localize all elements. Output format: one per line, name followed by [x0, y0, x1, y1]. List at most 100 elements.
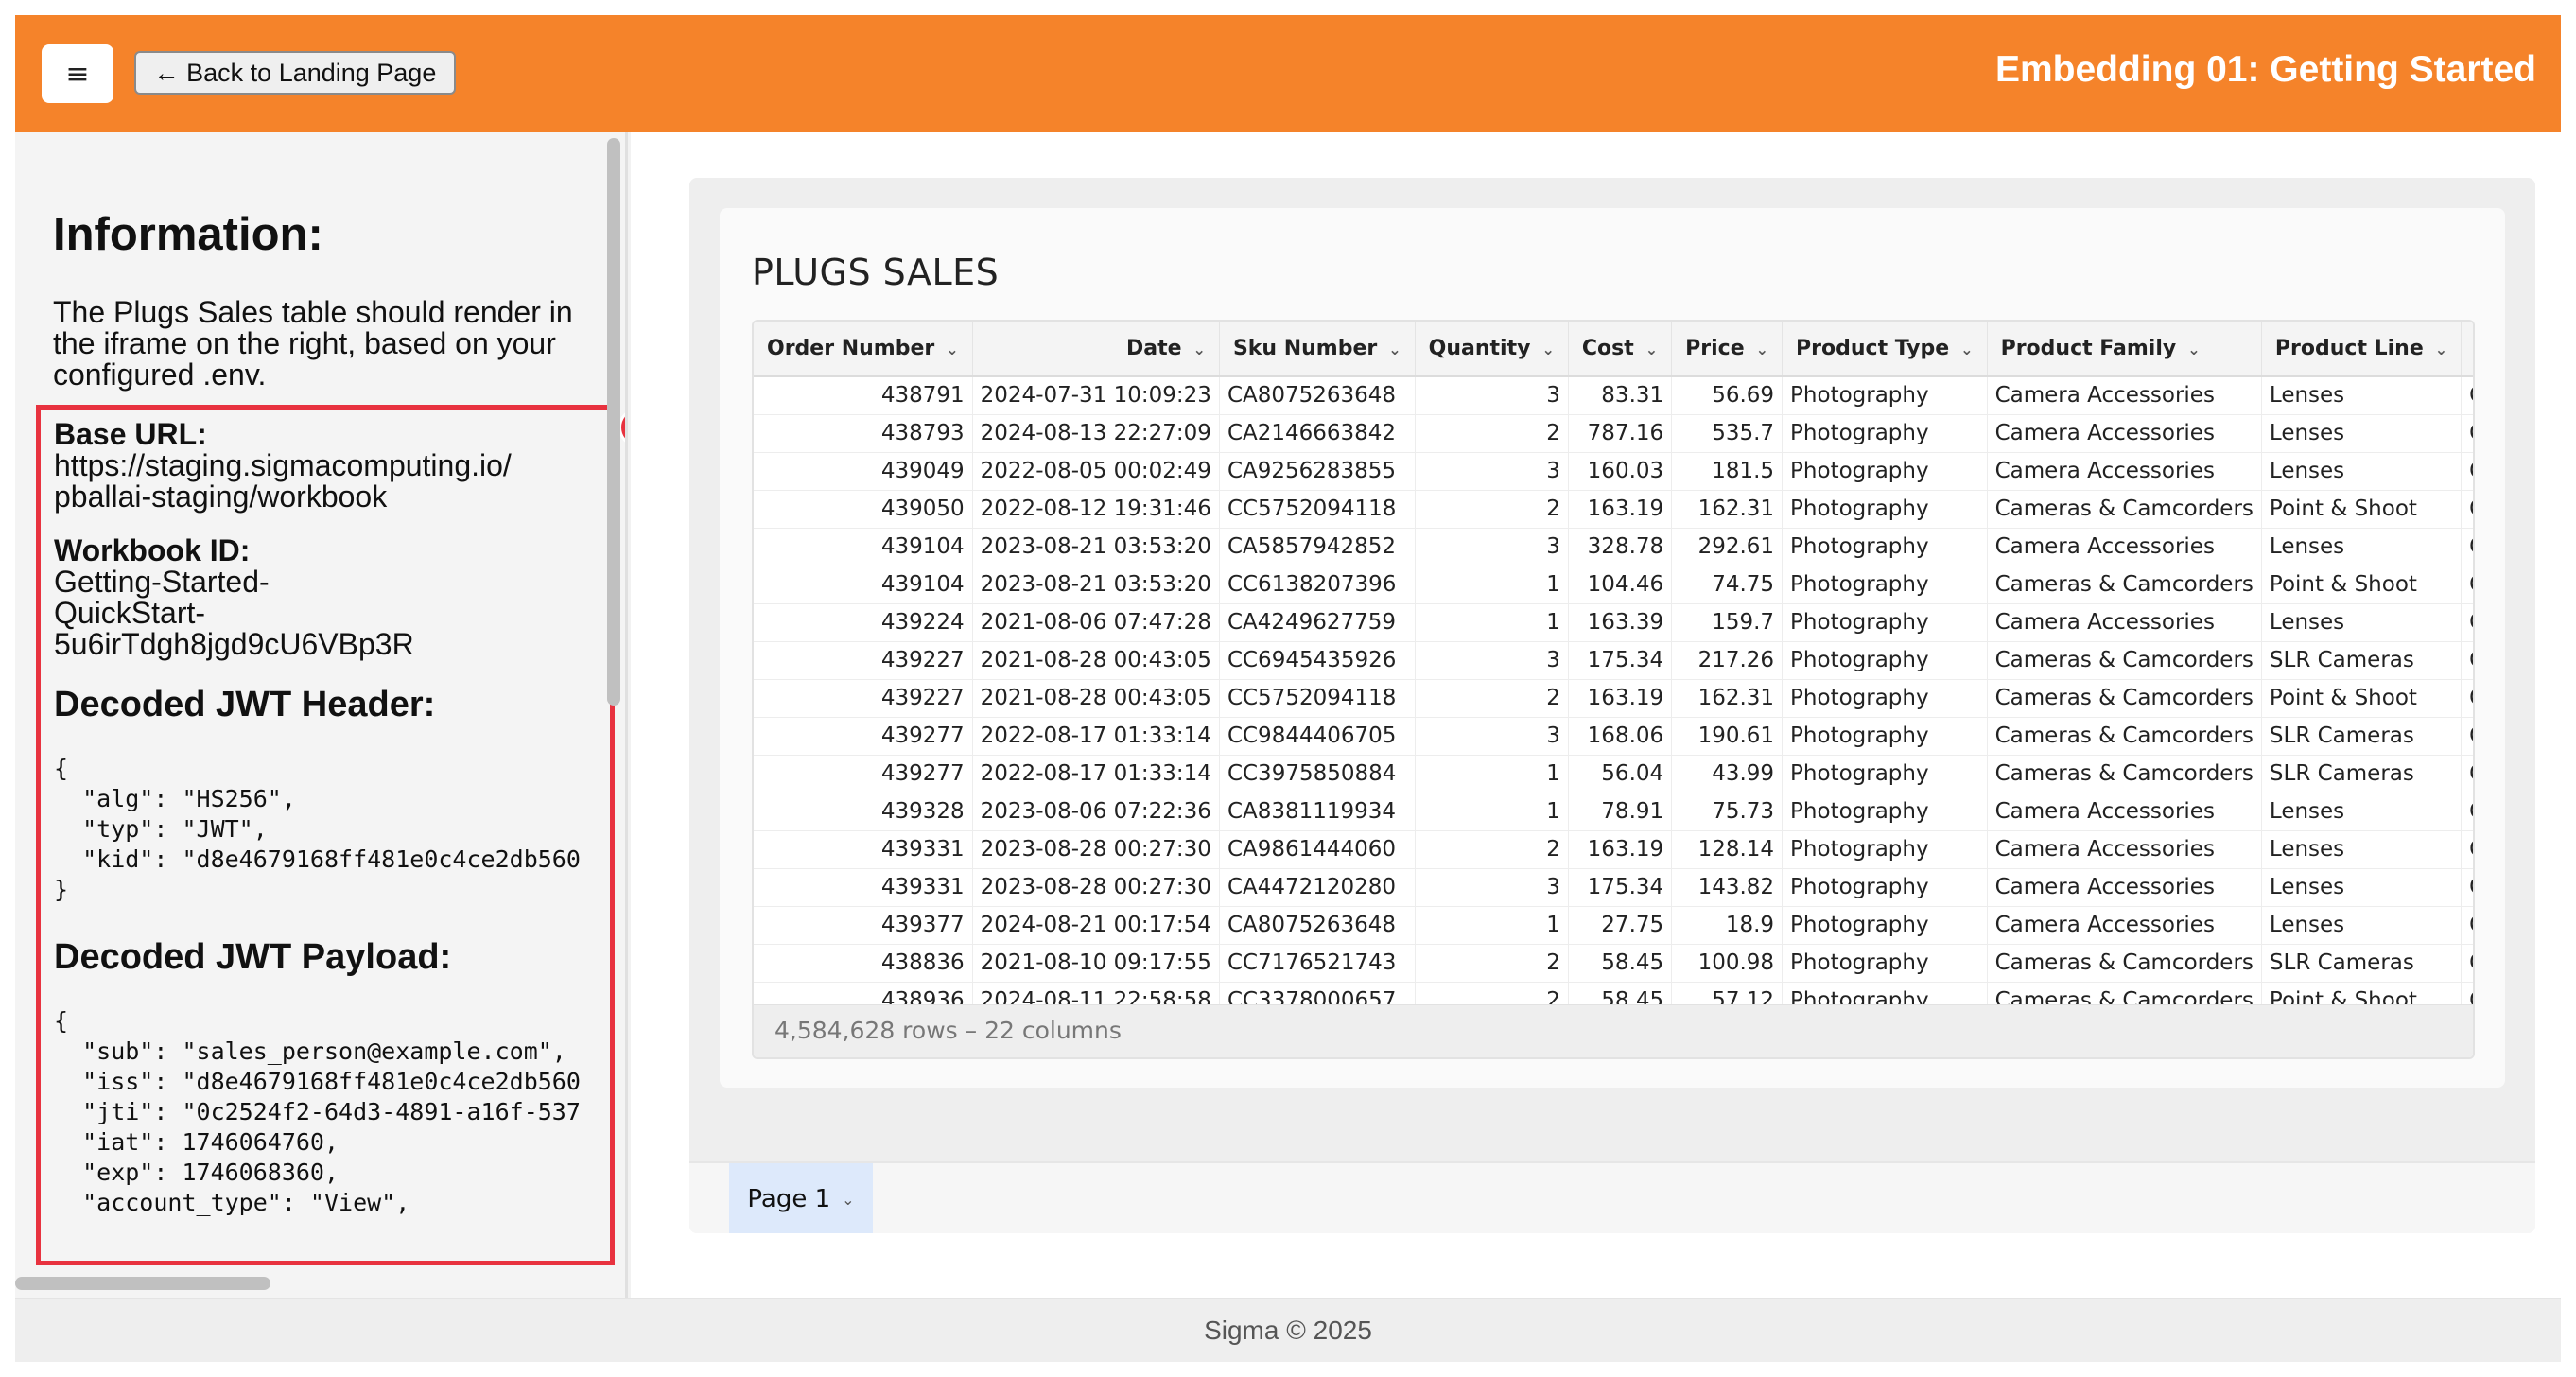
table-cell: 43.99: [1671, 755, 1784, 793]
table-cell: Lenses: [2261, 830, 2463, 869]
table-cell: SLR Cameras: [2261, 755, 2463, 793]
table-cell: 2: [1415, 414, 1569, 453]
table-row[interactable]: 439227 2021-08-28 00:43:05 CC5752094118 2 16…: [754, 679, 2473, 718]
column-header[interactable]: Order Number ⌄: [754, 322, 973, 377]
info-title: Information:: [53, 209, 323, 260]
table-cell: 100.98: [1671, 944, 1784, 983]
table-cell: 1: [1415, 603, 1569, 642]
table-cell: 438836: [754, 944, 973, 983]
table-cell: Cameras & Camcorders: [1987, 641, 2262, 680]
table-cell: Photography: [1782, 868, 1988, 907]
column-header[interactable]: Product Line ⌄: [2261, 322, 2463, 377]
chevron-down-icon[interactable]: ⌄: [1388, 340, 1401, 358]
column-header[interactable]: Date ⌄: [972, 322, 1220, 377]
chevron-down-icon[interactable]: ⌄: [1541, 340, 1554, 358]
table-cell: Photography: [1782, 906, 1988, 945]
chevron-down-icon[interactable]: ⌄: [1756, 340, 1768, 358]
table-cell: Canon: [2461, 490, 2473, 529]
table-cell: CA5857942852: [1219, 528, 1416, 566]
chevron-down-icon[interactable]: ⌄: [1645, 340, 1658, 358]
table-cell: Canon: [2461, 944, 2473, 983]
table-row[interactable]: 439277 2022-08-17 01:33:14 CC3975850884 1 56…: [754, 755, 2473, 793]
table-cell: 439104: [754, 566, 973, 604]
top-header: ≡ ← Back to Landing Page Embedding 01: G…: [15, 15, 2561, 132]
table-row[interactable]: 439104 2023-08-21 03:53:20 CA5857942852 3 32…: [754, 528, 2473, 566]
table-body: 438791 2024-07-31 10:09:23 CA8075263648 3 83…: [754, 376, 2473, 1020]
table-cell: 163.19: [1568, 490, 1673, 529]
table-cell: Lenses: [2261, 793, 2463, 831]
back-to-landing-button[interactable]: ← Back to Landing Page: [134, 51, 456, 95]
table-cell: 439277: [754, 755, 973, 793]
table-row[interactable]: 439224 2021-08-06 07:47:28 CA4249627759 1 16…: [754, 603, 2473, 642]
table-row[interactable]: 439331 2023-08-28 00:27:30 CA4472120280 3 17…: [754, 868, 2473, 907]
table-cell: 2024-08-13 22:27:09: [972, 414, 1220, 453]
app-frame: ≡ ← Back to Landing Page Embedding 01: G…: [15, 15, 2561, 1362]
table-row[interactable]: 439328 2023-08-06 07:22:36 CA8381119934 1 78…: [754, 793, 2473, 831]
table-row[interactable]: 438791 2024-07-31 10:09:23 CA8075263648 3 83…: [754, 376, 2473, 415]
table-cell: Lenses: [2261, 376, 2463, 415]
column-header-label: Price: [1685, 337, 1745, 360]
chevron-down-icon[interactable]: ⌄: [1193, 340, 1206, 358]
table-cell: 3: [1415, 376, 1569, 415]
table-cell: 438793: [754, 414, 973, 453]
column-header-label: Sku Number: [1232, 337, 1378, 360]
table-cell: 175.34: [1568, 868, 1673, 907]
table-row[interactable]: 439227 2021-08-28 00:43:05 CC6945435926 3 17…: [754, 641, 2473, 680]
table-cell: Canon: [2461, 755, 2473, 793]
menu-button[interactable]: ≡: [42, 44, 113, 103]
sigma-embed-iframe: PLUGS SALES Order Number ⌄ Date ⌄ Sku Number…: [689, 178, 2535, 1233]
table-row[interactable]: 439377 2024-08-21 00:17:54 CA8075263648 1 27…: [754, 906, 2473, 945]
chevron-down-icon: ⌄: [842, 1190, 855, 1209]
column-header[interactable]: Cost ⌄: [1568, 322, 1673, 377]
table-cell: 2021-08-06 07:47:28: [972, 603, 1220, 642]
table-cell: 58.45: [1568, 944, 1673, 983]
table-cell: 163.19: [1568, 830, 1673, 869]
table-cell: Photography: [1782, 414, 1988, 453]
vertical-scrollbar[interactable]: [607, 138, 620, 706]
table-cell: 27.75: [1568, 906, 1673, 945]
table-cell: 2022-08-12 19:31:46: [972, 490, 1220, 529]
table-cell: Photography: [1782, 830, 1988, 869]
table-cell: Lenses: [2261, 414, 2463, 453]
table-row[interactable]: 439104 2023-08-21 03:53:20 CC6138207396 1 10…: [754, 566, 2473, 604]
column-header[interactable]: Sku Number ⌄: [1219, 322, 1416, 377]
chevron-down-icon[interactable]: ⌄: [946, 340, 958, 358]
table-cell: CA9256283855: [1219, 452, 1416, 491]
table-cell: 1: [1415, 906, 1569, 945]
table-title: PLUGS SALES: [752, 252, 1000, 293]
horizontal-scrollbar[interactable]: [15, 1277, 270, 1290]
data-grid[interactable]: Order Number ⌄ Date ⌄ Sku Number ⌄ Quantity ⌄ Co…: [752, 320, 2475, 1059]
column-header[interactable]: Brand⌄: [2461, 322, 2473, 377]
table-row[interactable]: 439331 2023-08-28 00:27:30 CA9861444060 2 16…: [754, 830, 2473, 869]
table-cell: Lenses: [2261, 452, 2463, 491]
table-cell: 162.31: [1671, 679, 1784, 718]
table-cell: CC6138207396: [1219, 566, 1416, 604]
table-row[interactable]: 439050 2022-08-12 19:31:46 CC5752094118 2 16…: [754, 490, 2473, 529]
column-header[interactable]: Quantity ⌄: [1415, 322, 1569, 377]
sales-table: Order Number ⌄ Date ⌄ Sku Number ⌄ Quantity ⌄ Co…: [754, 322, 2473, 1020]
table-cell: 2022-08-17 01:33:14: [972, 755, 1220, 793]
tab-page-1[interactable]: Page 1 ⌄: [729, 1163, 873, 1233]
table-cell: Cameras & Camcorders: [1987, 490, 2262, 529]
chevron-down-icon[interactable]: ⌄: [2435, 340, 2447, 358]
base-url-value-line-1: https://staging.sigmacomputing.io/: [54, 448, 512, 482]
info-panel[interactable]: Information: The Plugs Sales table shoul…: [15, 132, 628, 1298]
table-header-row: Order Number ⌄ Date ⌄ Sku Number ⌄ Quantity ⌄ Co…: [754, 322, 2473, 377]
table-cell: 439227: [754, 679, 973, 718]
column-header[interactable]: Product Family ⌄: [1987, 322, 2262, 377]
table-cell: 2023-08-21 03:53:20: [972, 566, 1220, 604]
table-cell: Photography: [1782, 490, 1988, 529]
column-header[interactable]: Price ⌄: [1671, 322, 1784, 377]
table-row[interactable]: 439049 2022-08-05 00:02:49 CA9256283855 3 16…: [754, 452, 2473, 491]
table-row[interactable]: 438793 2024-08-13 22:27:09 CA2146663842 2 78…: [754, 414, 2473, 453]
table-cell: Photography: [1782, 528, 1988, 566]
chevron-down-icon[interactable]: ⌄: [2187, 340, 2200, 358]
chevron-down-icon[interactable]: ⌄: [1960, 340, 1973, 358]
table-row[interactable]: 438836 2021-08-10 09:17:55 CC7176521743 2 58…: [754, 944, 2473, 983]
table-cell: Photography: [1782, 376, 1988, 415]
column-header[interactable]: Product Type ⌄: [1782, 322, 1988, 377]
table-cell: 3: [1415, 868, 1569, 907]
table-cell: 1: [1415, 793, 1569, 831]
table-row[interactable]: 439277 2022-08-17 01:33:14 CC9844406705 3 16…: [754, 717, 2473, 756]
table-cell: Photography: [1782, 793, 1988, 831]
